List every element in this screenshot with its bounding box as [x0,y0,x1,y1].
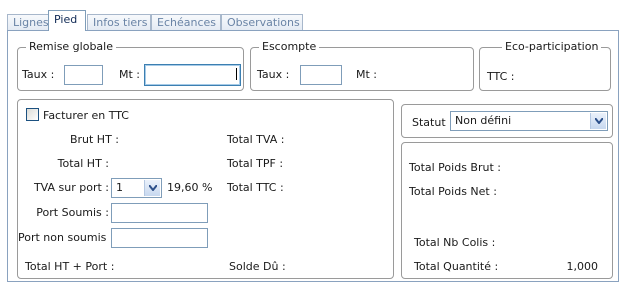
tva-port-select[interactable]: 1 [111,178,162,198]
port-soumis-label: Port Soumis : [36,206,109,219]
brut-ht-label: Brut HT : [69,133,119,146]
remise-taux-input[interactable] [64,65,103,85]
total-quantite-value: 1,000 [566,260,599,273]
remise-taux-label: Taux : [22,68,55,81]
statut-select[interactable]: Non défini [450,111,608,131]
statut-label: Statut : [412,116,453,129]
total-tva-label: Total TVA : [227,133,285,146]
escompte-mt-label: Mt : [356,68,378,81]
facturer-ttc-label: Facturer en TTC [43,109,129,122]
escompte-taux-input[interactable] [300,65,342,85]
tva-port-dropdown-button[interactable] [144,180,160,196]
total-ht-label: Total HT : [57,157,109,170]
eco-participation-legend: Eco-participation [502,40,602,53]
tab-observations[interactable]: Observations [221,14,303,30]
total-ttc-label: Total TTC : [227,181,284,194]
tva-port-label: TVA sur port : [33,181,109,194]
tva-port-value: 1 [116,181,123,194]
tva-rate-text: 19,60 % [167,181,213,194]
port-non-soumis-label: Port non soumis : [18,231,114,244]
text-caret [236,68,237,80]
chevron-down-icon [595,118,603,124]
total-poids-net-label: Total Poids Net : [409,185,497,198]
remise-mt-label: Mt : [119,68,141,81]
remise-globale-legend: Remise globale [26,40,116,53]
tab-infos-tiers[interactable]: Infos tiers [87,14,151,30]
remise-mt-input[interactable] [144,64,241,86]
statut-value: Non défini [455,114,512,127]
eco-ttc-label: TTC : [487,70,515,83]
tab-echeances[interactable]: Echéances [151,14,221,30]
total-ht-port-label: Total HT + Port : [25,260,115,273]
eco-participation-group: Eco-participation [479,40,611,91]
escompte-legend: Escompte [259,40,320,53]
port-non-soumis-input[interactable] [111,228,208,248]
total-poids-brut-label: Total Poids Brut : [409,161,501,174]
total-nb-colis-label: Total Nb Colis : [414,236,496,249]
facturer-ttc-checkbox[interactable] [26,108,39,121]
tab-pied[interactable]: Pied [48,10,86,31]
escompte-taux-label: Taux : [257,68,290,81]
solde-du-label: Solde Dû : [229,260,286,273]
tab-lignes[interactable]: Lignes [7,14,49,30]
total-quantite-label: Total Quantité : [414,260,499,273]
total-tpf-label: Total TPF : [227,157,284,170]
chevron-down-icon [149,185,157,191]
statut-dropdown-button[interactable] [590,113,606,129]
port-soumis-input[interactable] [111,203,208,223]
